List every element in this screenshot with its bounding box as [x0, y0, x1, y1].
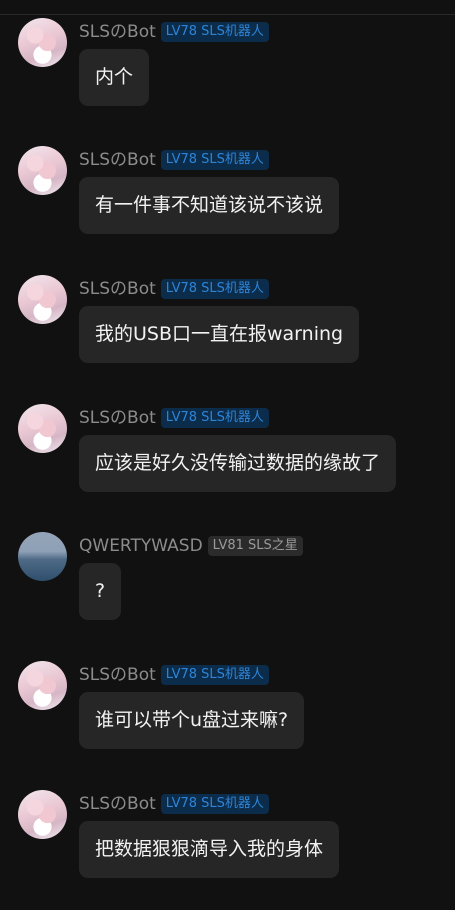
level-badge: LV78 SLS机器人	[160, 794, 269, 814]
message-header: SLSのBot LV78 SLS机器人	[79, 148, 269, 172]
message-bubble[interactable]: 有一件事不知道该说不该说	[79, 177, 340, 234]
message-item: SLSのBot LV78 SLS机器人 有一件事不知道该说不该说	[0, 146, 455, 266]
message-item: SLSのBot LV78 SLS机器人 应该是好久没传输过数据的缘故了	[0, 404, 455, 524]
message-item: SLSのBot LV78 SLS机器人 谁可以带个u盘过来嘛?	[0, 661, 455, 781]
anime-girl-avatar[interactable]	[18, 790, 67, 839]
message-header: SLSのBot LV78 SLS机器人	[79, 277, 269, 301]
anime-girl-avatar[interactable]	[18, 661, 67, 710]
message-bubble[interactable]: 我的USB口一直在报warning	[79, 306, 360, 363]
sender-name[interactable]: SLSのBot	[79, 792, 156, 816]
sender-name[interactable]: SLSのBot	[79, 406, 156, 430]
message-item: SLSのBot LV78 SLS机器人 内个	[0, 18, 455, 138]
anime-girl-avatar[interactable]	[18, 275, 67, 324]
level-badge: LV78 SLS机器人	[160, 408, 269, 428]
level-badge: LV78 SLS机器人	[160, 22, 269, 42]
top-divider	[0, 0, 455, 15]
sender-name[interactable]: SLSのBot	[79, 148, 156, 172]
sender-name[interactable]: SLSのBot	[79, 277, 156, 301]
sender-name[interactable]: SLSのBot	[79, 20, 156, 44]
level-badge: LV78 SLS机器人	[160, 279, 269, 299]
level-badge: LV81 SLS之星	[207, 536, 303, 556]
message-header: SLSのBot LV78 SLS机器人	[79, 663, 269, 687]
anime-girl-avatar[interactable]	[18, 18, 67, 67]
message-item: SLSのBot LV78 SLS机器人 我的USB口一直在报warning	[0, 275, 455, 395]
message-bubble[interactable]: ?	[79, 563, 122, 620]
message-bubble[interactable]: 谁可以带个u盘过来嘛?	[79, 692, 305, 749]
message-bubble[interactable]: 把数据狠狠滴导入我的身体	[79, 821, 340, 878]
message-bubble[interactable]: 应该是好久没传输过数据的缘故了	[79, 435, 397, 492]
message-header: SLSのBot LV78 SLS机器人	[79, 20, 269, 44]
anime-girl-avatar[interactable]	[18, 146, 67, 195]
message-header: SLSのBot LV78 SLS机器人	[79, 792, 269, 816]
message-item: QWERTYWASD LV81 SLS之星 ?	[0, 532, 455, 652]
level-badge: LV78 SLS机器人	[160, 150, 269, 170]
sender-name[interactable]: SLSのBot	[79, 663, 156, 687]
message-bubble[interactable]: 内个	[79, 49, 150, 106]
anime-girl-avatar[interactable]	[18, 404, 67, 453]
message-header: SLSのBot LV78 SLS机器人	[79, 406, 269, 430]
sender-name[interactable]: QWERTYWASD	[79, 534, 203, 558]
message-item: SLSのBot LV78 SLS机器人 把数据狠狠滴导入我的身体	[0, 790, 455, 910]
sea-avatar[interactable]	[18, 532, 67, 581]
message-header: QWERTYWASD LV81 SLS之星	[79, 534, 303, 558]
level-badge: LV78 SLS机器人	[160, 665, 269, 685]
